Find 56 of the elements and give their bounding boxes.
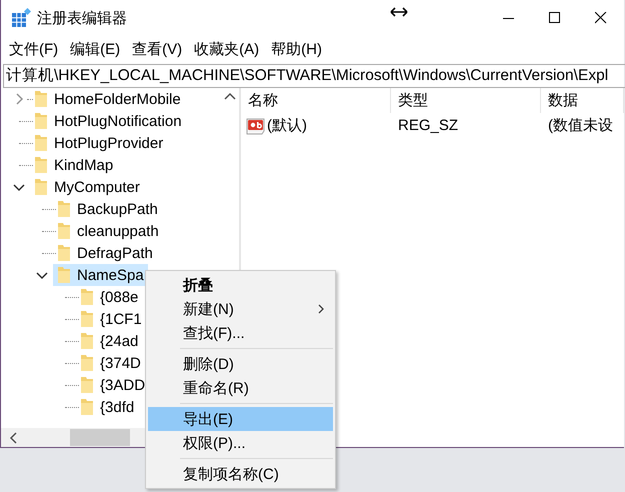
value-type: REG_SZ	[397, 117, 460, 134]
tree-item[interactable]: HotPlugNotification	[30, 110, 186, 132]
tree-item[interactable]: {374D	[76, 352, 145, 374]
folder-icon	[80, 310, 94, 328]
column-header[interactable]: 名称	[241, 88, 391, 113]
tree-item[interactable]: BackupPath	[53, 198, 162, 220]
maximize-icon[interactable]	[549, 12, 561, 24]
registry-icon	[11, 8, 31, 28]
context-menu-item[interactable]: 新建(N)	[148, 297, 333, 321]
folder-icon	[80, 332, 94, 350]
context-menu-item[interactable]: 删除(D)	[148, 352, 333, 376]
scrollbar-thumb[interactable]	[70, 429, 130, 446]
folder-icon	[34, 156, 48, 174]
string-value-icon	[246, 116, 265, 134]
tree-item[interactable]: cleanuppath	[53, 220, 163, 242]
value-name[interactable]: (默认)	[241, 116, 391, 135]
tree-item[interactable]: {088e	[76, 286, 142, 308]
folder-icon	[80, 398, 94, 416]
context-menu-item[interactable]: 导出(E)	[148, 407, 333, 431]
close-icon[interactable]	[595, 12, 607, 24]
resize-cursor-icon	[390, 7, 408, 17]
menu-item[interactable]: 编辑(E)	[64, 40, 126, 59]
folder-icon	[34, 134, 48, 152]
context-menu-item[interactable]: 折叠	[148, 273, 333, 297]
tree-item[interactable]: MyComputer	[30, 176, 144, 198]
folder-icon	[57, 244, 71, 262]
tree-item[interactable]: NameSpa	[53, 264, 148, 286]
window-title: 注册表编辑器	[37, 8, 127, 28]
context-menu-item[interactable]: 查找(F)...	[148, 321, 333, 345]
folder-icon	[80, 354, 94, 372]
tree-item[interactable]: {3ADD	[76, 374, 150, 396]
column-header[interactable]: 类型	[391, 88, 541, 113]
tree-item[interactable]: HomeFolderMobile	[30, 88, 185, 110]
context-menu-item[interactable]: 权限(P)...	[148, 431, 333, 455]
folder-icon	[34, 112, 48, 130]
folder-icon	[80, 376, 94, 394]
tree-item[interactable]: DefragPath	[53, 242, 157, 264]
context-menu-item[interactable]: 重命名(R)	[148, 376, 333, 400]
folder-icon	[34, 90, 48, 108]
column-header[interactable]: 数据	[541, 88, 624, 113]
folder-icon	[57, 222, 71, 240]
menu-item[interactable]: 帮助(H)	[265, 40, 328, 59]
tree-item[interactable]: {24ad	[76, 330, 142, 352]
menu-item[interactable]: 文件(F)	[3, 40, 64, 59]
tree-item[interactable]: {3dfd	[76, 396, 138, 418]
folder-icon	[80, 288, 94, 306]
value-data: (数值未设	[547, 116, 614, 135]
menu-item[interactable]: 查看(V)	[126, 40, 188, 59]
tree-item[interactable]: {1CF1	[76, 308, 146, 330]
folder-icon	[57, 266, 71, 284]
menu-item[interactable]: 收藏夹(A)	[188, 40, 266, 59]
tree-item[interactable]: KindMap	[30, 154, 118, 176]
context-menu-item[interactable]: 复制项名称(C)	[148, 462, 333, 486]
tree-item[interactable]: HotPlugProvider	[30, 132, 168, 154]
folder-icon	[57, 200, 71, 218]
folder-icon	[34, 178, 48, 196]
